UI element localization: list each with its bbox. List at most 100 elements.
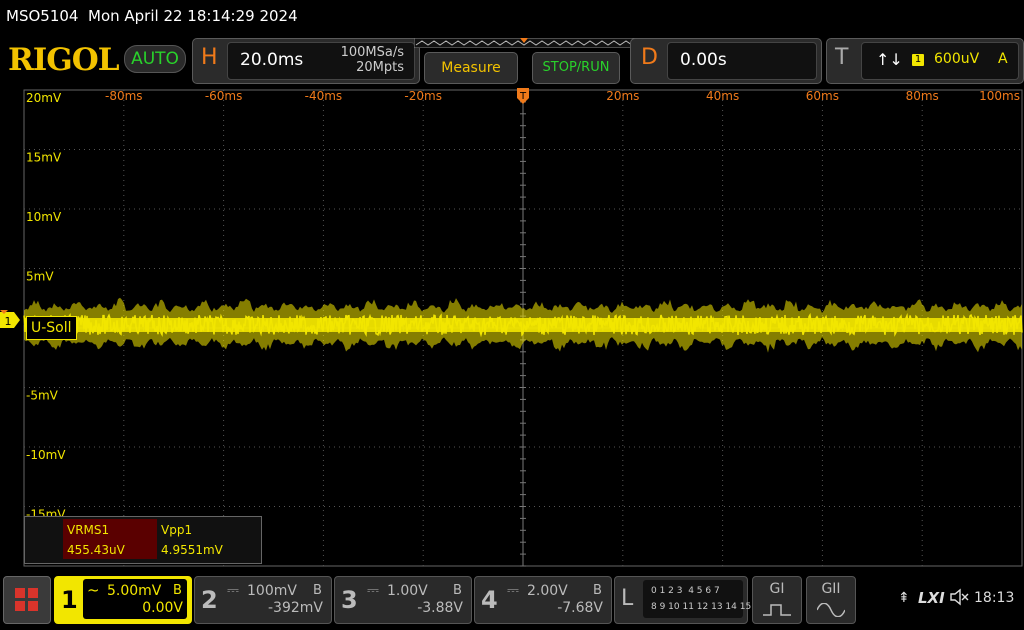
bandwidth-limit: B [593, 583, 602, 598]
svg-text:1: 1 [5, 315, 12, 328]
logic-channels-row-2: 8 9 10 11 12 13 14 15 [651, 602, 752, 612]
top-control-bar: RIGOL AUTO H 20.0ms 100MSa/s 20Mpts Meas… [0, 34, 1024, 86]
trigger-values: ↑↓ 1 600uV A [861, 42, 1019, 80]
speaker-muted-icon-glyph [950, 588, 969, 606]
speaker-muted-icon[interactable] [950, 588, 970, 610]
time-axis-labels: -80ms -60ms -40ms -20ms 20ms 40ms 60ms 80ms 100m… [105, 89, 1020, 103]
voltage-axis-label: 20mV [26, 91, 62, 105]
bandwidth-limit: B [453, 583, 462, 598]
trigger-level: 600uV [934, 51, 980, 67]
time-axis-label: -40ms [305, 89, 343, 103]
channel-scale: 2.00V [527, 583, 568, 599]
ch1-waveform-core [24, 318, 1022, 332]
dc-coupling-icon: ⎓ [507, 581, 519, 599]
bandwidth-limit: B [313, 583, 322, 598]
channel-number: 2 [201, 586, 218, 614]
measurement-item[interactable]: VRMS1 455.43uV [63, 519, 157, 559]
lxi-icon: LXI [918, 589, 945, 607]
measure-button[interactable]: Measure [424, 52, 518, 84]
sine-wave-icon [817, 603, 845, 617]
auto-button[interactable]: AUTO [124, 45, 186, 73]
model-and-datetime: MSO5104 Mon April 22 18:14:29 2024 [6, 7, 298, 25]
generator-label: GI [769, 581, 785, 597]
channel-settings: ~ 5.00mV B 0.00V [83, 579, 187, 619]
channel-3-button[interactable]: 3 ⎓ 1.00V B -3.88V [334, 576, 472, 624]
title-bar: MSO5104 Mon April 22 18:14:29 2024 [0, 0, 1024, 34]
channel-settings: ⎓ 2.00V B -7.68V [503, 579, 607, 619]
rise-fall-arrows-icon: ↑↓ [876, 50, 903, 69]
timebase-value: 20.0ms [240, 50, 304, 70]
delay-letter: D [641, 45, 658, 70]
dc-coupling-icon: ⎓ [227, 581, 239, 599]
time-axis-label: 40ms [706, 89, 739, 103]
channel-offset: -7.68V [557, 600, 603, 616]
bottom-bar: 1 ~ 5.00mV B 0.00V 2 ⎓ 100mV B -392mV 3 … [0, 572, 1024, 630]
dc-coupling-icon: ⎓ [367, 581, 379, 599]
channel-scale: 5.00mV [107, 583, 162, 599]
channel-number: 1 [61, 586, 78, 614]
measurement-name: VRMS1 [67, 523, 110, 537]
trigger-source-badge: 1 [912, 54, 924, 66]
channel-2-button[interactable]: 2 ⎓ 100mV B -392mV [194, 576, 332, 624]
memory-overview-strip [414, 38, 636, 48]
channel-offset: -392mV [268, 600, 323, 616]
channel-settings: ⎓ 100mV B -392mV [223, 579, 327, 619]
time-axis-label: -60ms [205, 89, 243, 103]
trigger-panel[interactable]: T ↑↓ 1 600uV A [826, 38, 1024, 84]
channel-1-button[interactable]: 1 ~ 5.00mV B 0.00V [54, 576, 192, 624]
waveform-display[interactable]: -80ms -60ms -40ms -20ms 20ms 40ms 60ms 80ms 100m… [0, 86, 1024, 572]
trigger-mode: A [998, 51, 1008, 67]
generator-2-button[interactable]: GII [806, 576, 856, 624]
voltage-axis-label: 15mV [26, 151, 62, 165]
sample-rate: 100MSa/s [340, 45, 404, 60]
horizontal-letter: H [201, 45, 218, 70]
channel-settings: ⎓ 1.00V B -3.88V [363, 579, 467, 619]
channel-4-button[interactable]: 4 ⎓ 2.00V B -7.68V [474, 576, 612, 624]
pulse-wave-icon [763, 604, 791, 616]
time-axis-label: -20ms [404, 89, 442, 103]
channel-number: 3 [341, 586, 358, 614]
horizontal-panel[interactable]: H 20.0ms 100MSa/s 20Mpts [192, 38, 420, 84]
svg-text:T: T [519, 91, 527, 102]
ch1-offset-marker[interactable]: 1 [0, 310, 22, 330]
measurement-table[interactable]: VRMS1 455.43uV Vpp1 4.9551mV [24, 516, 262, 564]
measurement-value: 4.9551mV [161, 543, 223, 557]
time-axis-label: 100ms [979, 89, 1020, 103]
voltage-axis-label: -5mV [26, 389, 59, 403]
channel-number: 4 [481, 586, 498, 614]
generator-1-button[interactable]: GI [752, 576, 802, 624]
voltage-axis-label: -10mV [26, 448, 66, 462]
measurement-name: Vpp1 [161, 523, 193, 537]
trigger-letter: T [835, 45, 849, 70]
usb-icon: ⇞ [898, 590, 910, 606]
main-menu-button[interactable] [3, 576, 51, 624]
channel-scale: 100mV [247, 583, 297, 599]
channel-label[interactable]: U-Soll [26, 316, 77, 340]
time-axis-label: 80ms [906, 89, 939, 103]
channel-offset: -3.88V [417, 600, 463, 616]
measurement-value: 455.43uV [67, 543, 125, 557]
trigger-position-marker: T [517, 88, 529, 104]
channel-scale: 1.00V [387, 583, 428, 599]
logic-channels: 0 1 2 3 4 5 6 7 8 9 10 11 12 13 14 15 [643, 580, 751, 618]
time-axis-label: 60ms [806, 89, 839, 103]
logic-analyzer-button[interactable]: L 0 1 2 3 4 5 6 7 8 9 10 11 12 13 14 15 [614, 576, 751, 624]
rigol-logo: RIGOL [8, 42, 120, 78]
voltage-axis-label: 10mV [26, 210, 62, 224]
horizontal-values: 20.0ms 100MSa/s 20Mpts [227, 42, 415, 80]
measurement-item[interactable]: Vpp1 4.9551mV [159, 519, 257, 559]
grid-menu-icon [15, 588, 38, 611]
ac-coupling-icon: ~ [87, 581, 100, 599]
time-axis-label: 20ms [606, 89, 639, 103]
time-axis-label: -80ms [105, 89, 143, 103]
memory-depth: 20Mpts [356, 60, 404, 75]
bandwidth-limit: B [173, 583, 182, 598]
delay-values: 0.00s [667, 42, 817, 80]
logic-channels-row-1: 0 1 2 3 4 5 6 7 [651, 586, 720, 596]
stop-run-button[interactable]: STOP/RUN [532, 52, 620, 84]
voltage-axis-label: 5mV [26, 270, 54, 284]
delay-value: 0.00s [680, 50, 727, 70]
channel-offset: 0.00V [142, 600, 183, 616]
delay-panel[interactable]: D 0.00s [630, 38, 822, 84]
logic-letter: L [621, 586, 634, 611]
